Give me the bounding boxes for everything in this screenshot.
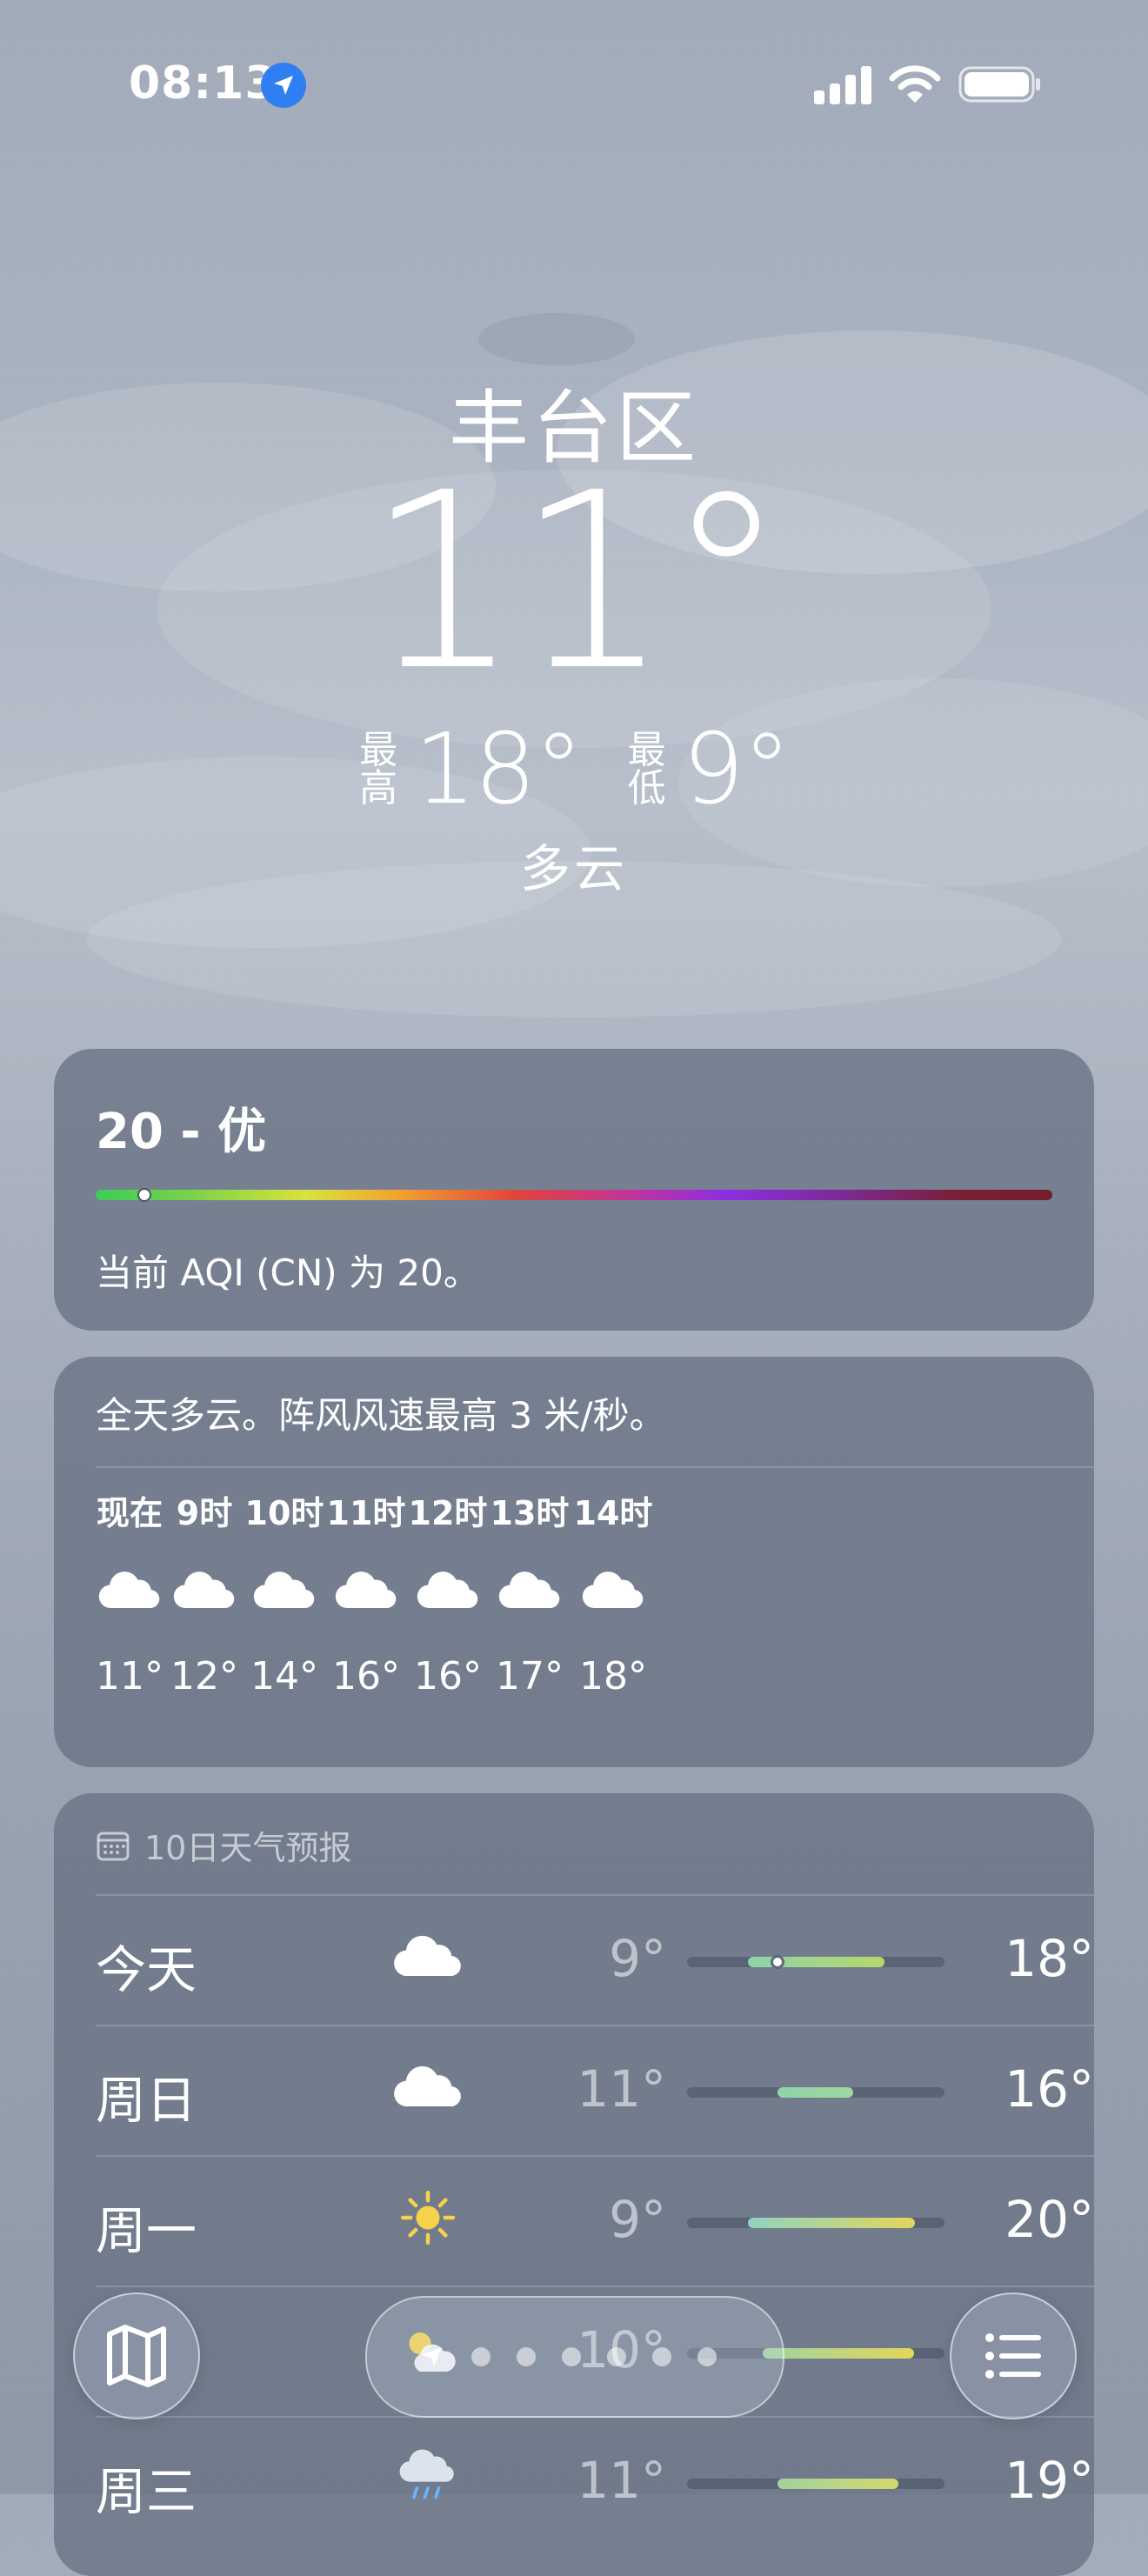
temperature-range-bar <box>687 2087 944 2098</box>
temperature-range-bar <box>687 1955 944 1969</box>
temperature-range-fill <box>748 1957 884 1967</box>
high-temperature: 18° <box>414 713 584 826</box>
forecast-row[interactable]: 周一 9° 20° <box>96 2155 1094 2287</box>
sun-icon <box>391 2186 470 2256</box>
current-location-page-icon <box>422 2347 442 2367</box>
forecast-row[interactable]: 周日 11° 16° <box>96 2025 1094 2157</box>
aqi-indicator <box>137 1188 151 1202</box>
temperature-range-bar <box>687 2479 944 2489</box>
location-arrow-icon <box>261 63 306 108</box>
hour-column: 14时 18° <box>548 1487 678 1698</box>
cloud-icon <box>548 1539 678 1642</box>
bottom-toolbar <box>0 2279 1148 2435</box>
ten-day-forecast-card[interactable]: 10日天气预报 今天9°18°周日11°16°周一9°20°10°周三11°19… <box>54 1793 1094 2576</box>
weather-condition: 多云 <box>519 839 628 898</box>
cloud-icon <box>391 1925 470 1995</box>
forecast-high: 20° <box>1004 2190 1094 2249</box>
calendar-icon <box>97 1832 130 1860</box>
aqi-headline: 20 - 优 <box>96 1104 267 1160</box>
temperature-range-fill <box>778 2087 853 2098</box>
status-time: 08:13 <box>129 57 277 110</box>
list-icon <box>985 2333 1041 2379</box>
temperature-range-fill <box>778 2479 898 2489</box>
forecast-day: 周日 <box>96 2071 197 2130</box>
map-icon <box>107 2325 166 2387</box>
forecast-low: 9° <box>609 1929 666 1988</box>
page-dot[interactable] <box>652 2347 671 2366</box>
low-label: 最低 <box>627 728 666 811</box>
forecast-day: 周三 <box>96 2462 197 2521</box>
high-label: 最高 <box>359 728 398 811</box>
cloud-icon <box>391 2056 470 2126</box>
high-low-temperatures: 最高 18° 最低 9° <box>0 713 1148 826</box>
forecast-low: 11° <box>577 2059 666 2119</box>
hourly-summary: 全天多云。阵风风速最高 3 米/秒。 <box>96 1394 666 1437</box>
page-dot[interactable] <box>562 2347 581 2366</box>
forecast-header: 10日天气预报 <box>96 1821 351 1869</box>
forecast-high: 16° <box>1004 2059 1094 2119</box>
rain-cloud-icon <box>391 2447 470 2517</box>
low-temperature: 9° <box>682 713 791 826</box>
location-list-button[interactable] <box>950 2292 1077 2419</box>
forecast-title: 10日天气预报 <box>144 1829 352 1867</box>
forecast-high: 19° <box>1004 2451 1094 2510</box>
divider <box>96 1466 1094 1468</box>
page-dot[interactable] <box>517 2347 536 2366</box>
map-button[interactable] <box>73 2292 200 2419</box>
status-bar: 08:13 <box>0 0 1148 165</box>
hour-temperature: 18° <box>579 1654 647 1698</box>
forecast-day: 今天 <box>96 1940 197 1999</box>
current-temp-dot <box>771 1955 784 1969</box>
forecast-row[interactable]: 今天 9° 18° <box>96 1894 1094 2026</box>
page-dot[interactable] <box>607 2347 626 2366</box>
page-dot[interactable] <box>697 2347 717 2366</box>
forecast-row[interactable]: 周三 11° 19° <box>96 2416 1094 2548</box>
forecast-low: 11° <box>577 2451 666 2510</box>
forecast-high: 18° <box>1004 1929 1094 1988</box>
current-temperature: 11° <box>365 441 787 724</box>
page-dot[interactable] <box>471 2347 491 2366</box>
forecast-day: 周一 <box>96 2201 197 2260</box>
wifi-icon <box>889 65 941 103</box>
forecast-low: 9° <box>609 2190 666 2249</box>
aqi-description: 当前 AQI (CN) 为 20。 <box>96 1251 480 1294</box>
page-indicator[interactable] <box>365 2296 784 2418</box>
hourly-forecast-card[interactable]: 全天多云。阵风风速最高 3 米/秒。 现在 11° 9时 12° 10时 14° 11时 16… <box>54 1357 1094 1767</box>
battery-icon <box>958 66 1040 103</box>
aqi-scale-bar <box>96 1190 1052 1200</box>
hour-label: 14时 <box>573 1494 653 1532</box>
cellular-signal-icon <box>814 66 871 104</box>
temperature-range-fill <box>748 2218 915 2228</box>
air-quality-card[interactable]: 20 - 优 当前 AQI (CN) 为 20。 <box>54 1049 1094 1331</box>
temperature-range-bar <box>687 2218 944 2228</box>
